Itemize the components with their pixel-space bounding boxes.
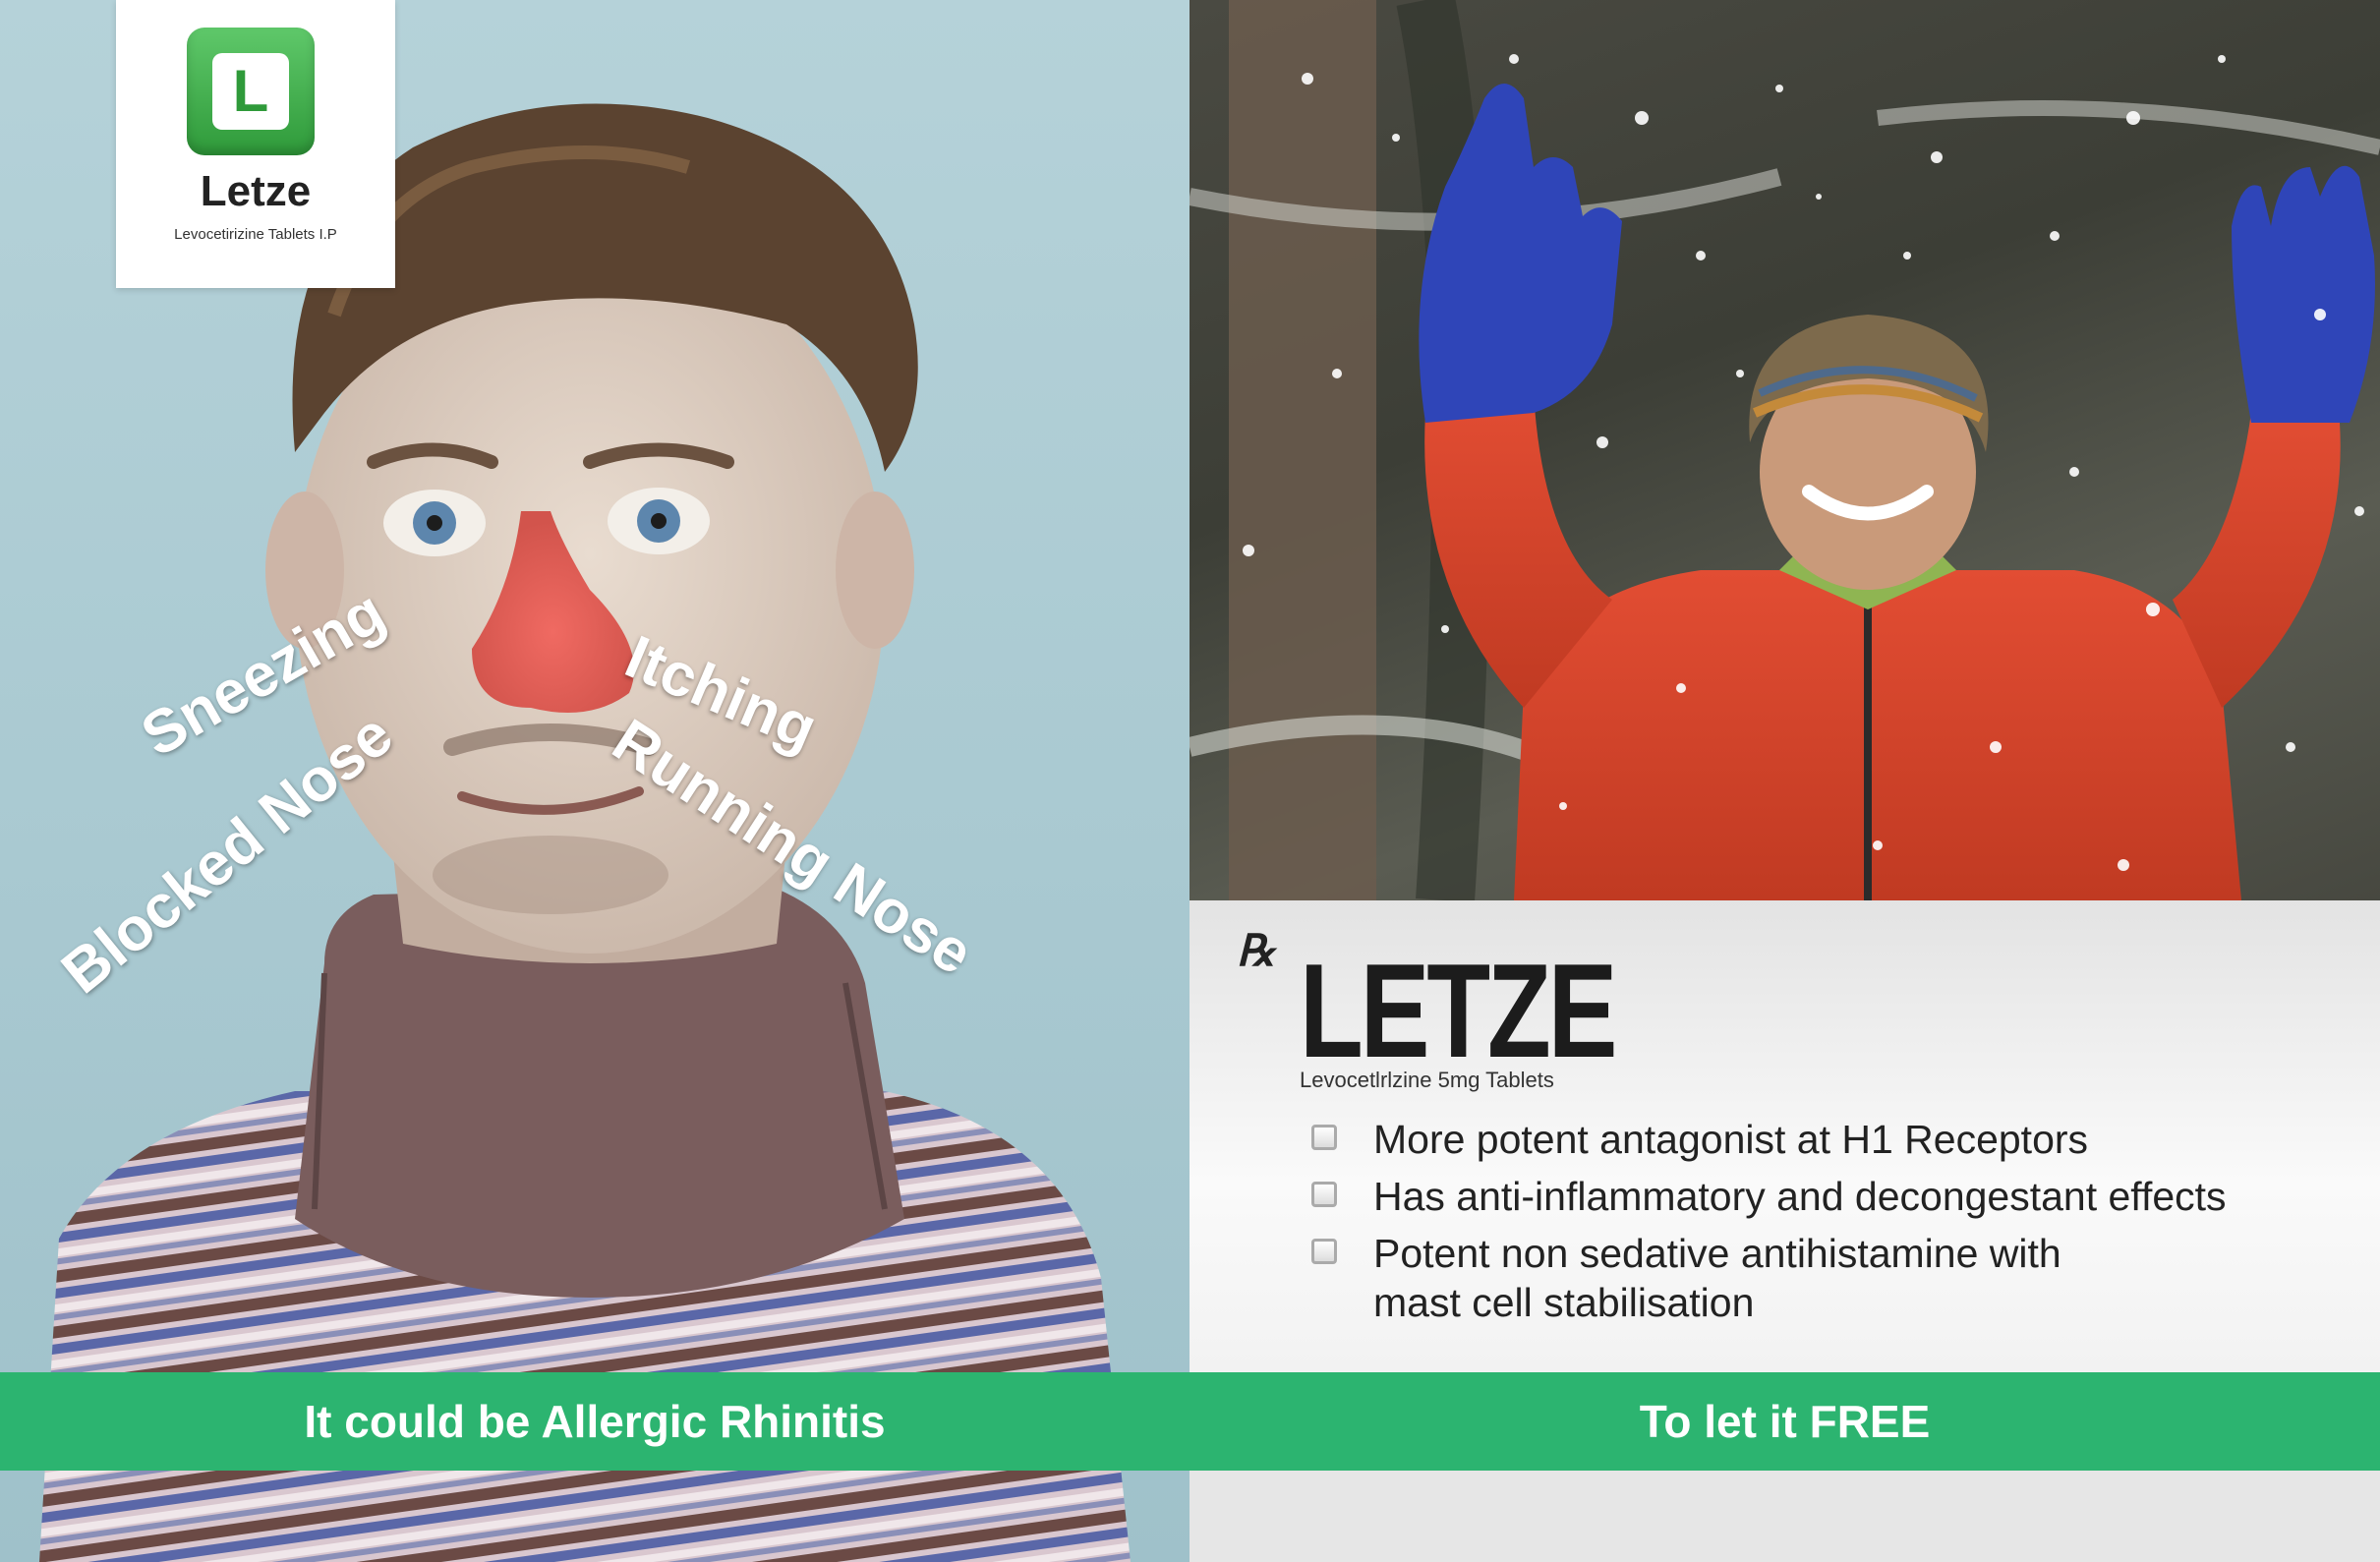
- left-tagline-band: It could be Allergic Rhinitis: [0, 1372, 1190, 1471]
- checkbox-icon: [1311, 1182, 1337, 1207]
- feature-text: Potent non sedative antihistamine with m…: [1373, 1231, 2061, 1325]
- right-tagline-band: To let it FREE: [1190, 1372, 2380, 1471]
- bottom-strip: [1190, 1471, 2380, 1562]
- logo-letter: L: [232, 58, 269, 124]
- product-info: ℞ LETZE Levocetlrlzine 5mg Tablets More …: [1190, 900, 2380, 1372]
- feature-item: Potent non sedative antihistamine with m…: [1300, 1229, 2120, 1327]
- letze-logo-icon: L: [187, 28, 315, 155]
- feature-list: More potent antagonist at H1 Receptors H…: [1300, 1115, 2361, 1335]
- feature-text: More potent antagonist at H1 Receptors: [1373, 1117, 2089, 1162]
- ad-page: L Letze Levocetirizine Tablets I.P Sneez…: [0, 0, 2380, 1562]
- feature-item: More potent antagonist at H1 Receptors: [1300, 1115, 2361, 1164]
- right-panel: ℞ LETZE Levocetlrlzine 5mg Tablets More …: [1190, 0, 2380, 1562]
- checkbox-icon: [1311, 1125, 1337, 1150]
- snow-scene-illustration: [1190, 0, 2380, 900]
- logo-subtitle: Levocetirizine Tablets I.P: [174, 226, 337, 243]
- logo-card: L Letze Levocetirizine Tablets I.P: [116, 0, 395, 288]
- feature-text: Has anti-inflammatory and decongestant e…: [1373, 1174, 2227, 1219]
- logo-brand-name: Letze: [200, 167, 312, 215]
- product-brand: LETZE: [1300, 936, 1617, 1085]
- left-panel: L Letze Levocetirizine Tablets I.P Sneez…: [0, 0, 1190, 1562]
- checkbox-icon: [1311, 1239, 1337, 1264]
- child-in-snow-photo: [1190, 0, 2380, 900]
- feature-item: Has anti-inflammatory and decongestant e…: [1300, 1172, 2361, 1221]
- product-subtitle: Levocetlrlzine 5mg Tablets: [1300, 1068, 1554, 1092]
- rx-symbol: ℞: [1237, 927, 1276, 975]
